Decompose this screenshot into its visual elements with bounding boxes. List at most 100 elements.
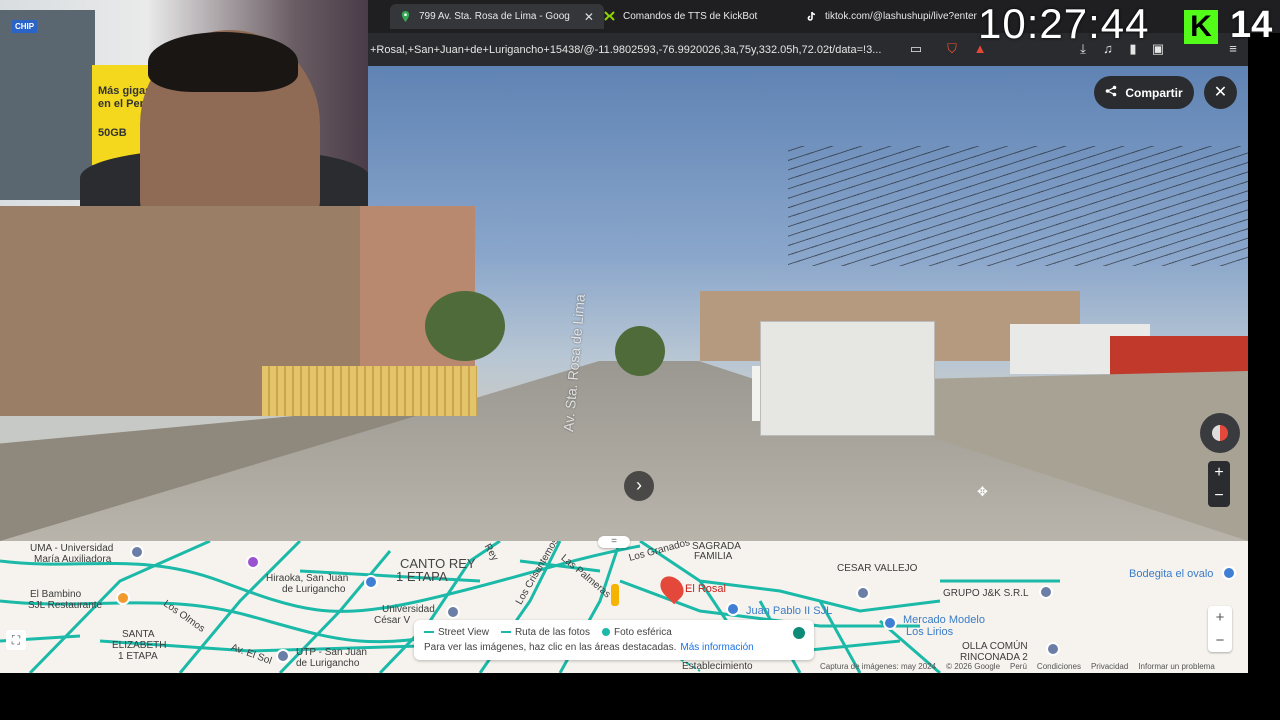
- map-zoom-out-button[interactable]: −: [1208, 629, 1232, 652]
- dashed-line-swatch-icon: [500, 631, 511, 634]
- map-area-label: FAMILIA: [694, 551, 733, 562]
- place-pin-icon[interactable]: [1046, 642, 1060, 656]
- fullscreen-button[interactable]: ⛶: [6, 630, 26, 650]
- school-pin-icon[interactable]: [726, 602, 740, 616]
- wallet-icon[interactable]: ▣: [1150, 41, 1166, 57]
- country-link[interactable]: Perú: [1010, 662, 1027, 671]
- line-swatch-icon: [424, 631, 434, 634]
- tree: [615, 326, 665, 376]
- compass-button[interactable]: [1200, 413, 1240, 453]
- map-place-label[interactable]: El Bambino: [30, 589, 81, 600]
- map-area-label: 1 ETAPA: [118, 651, 158, 662]
- restaurant-pin-icon[interactable]: [116, 591, 130, 605]
- legend-label: Street View: [438, 627, 489, 638]
- map-place-label[interactable]: de Lurigancho: [282, 584, 345, 595]
- map-place-label[interactable]: Juan Pablo II SJL: [746, 606, 832, 617]
- map-zoom-in-button[interactable]: +: [1208, 606, 1232, 629]
- street-view-zoom-control: + −: [1208, 461, 1230, 507]
- tree: [425, 291, 505, 361]
- privacy-link[interactable]: Privacidad: [1091, 662, 1128, 671]
- compass-needle-icon: [1212, 425, 1228, 441]
- map-area-label: 1 ETAPA: [396, 569, 448, 584]
- webcam-overlay: CHIP Más gigas en el Perú 50GB: [0, 0, 368, 206]
- map-resize-handle[interactable]: =: [598, 536, 630, 548]
- pegman-icon[interactable]: [611, 584, 619, 606]
- legend-label: Ruta de las fotos: [514, 627, 590, 638]
- tab-google-maps[interactable]: 799 Av. Sta. Rosa de Lima - Goog ✕: [390, 4, 604, 29]
- share-icon: [1105, 85, 1117, 100]
- map-place-label[interactable]: UMA - Universidad: [30, 543, 113, 554]
- place-pin-icon[interactable]: [856, 586, 870, 600]
- copyright: © 2026 Google: [946, 662, 1001, 671]
- tiktok-favicon-icon: [806, 11, 817, 22]
- power-lines: [788, 146, 1248, 266]
- map-area-label: CESAR VALLEJO: [837, 563, 918, 574]
- university-pin-icon[interactable]: [130, 545, 144, 559]
- map-place-label[interactable]: SJL Restaurante: [28, 600, 102, 611]
- map-place-label[interactable]: de Lurigancho: [296, 658, 359, 669]
- zoom-out-button[interactable]: −: [1208, 484, 1230, 507]
- viewer-count: 14: [1230, 4, 1273, 46]
- clock-overlay: 10:27:44: [978, 0, 1150, 47]
- url-text[interactable]: +Rosal,+San+Juan+de+Lurigancho+15438/@-1…: [370, 44, 900, 56]
- map-place-label[interactable]: César V: [374, 615, 410, 626]
- share-label: Compartir: [1125, 85, 1183, 100]
- tab-label: Comandos de TTS de KickBot: [623, 11, 758, 22]
- map-place-label[interactable]: Bodegita el ovalo: [1129, 569, 1213, 580]
- map-area-label: SANTA: [122, 629, 155, 640]
- move-cursor-icon: ✥: [977, 484, 988, 499]
- share-button[interactable]: Compartir: [1094, 76, 1194, 109]
- truck: [760, 321, 935, 436]
- legend-street-view: Street View: [424, 627, 489, 638]
- tab-label: 799 Av. Sta. Rosa de Lima - Goog: [419, 11, 570, 22]
- kick-logo-icon: K: [1184, 10, 1218, 44]
- map-zoom-control: + −: [1208, 606, 1232, 652]
- screen: 799 Av. Sta. Rosa de Lima - Goog ✕ Coman…: [0, 0, 1280, 720]
- chip-sign: CHIP: [12, 20, 38, 33]
- business-pin-icon[interactable]: [1039, 585, 1053, 599]
- legend-hint: Para ver las imágenes, haz clic en las á…: [424, 642, 677, 653]
- map-place-label[interactable]: OLLA COMÚN: [962, 641, 1028, 652]
- report-problem-link[interactable]: Informar un problema: [1138, 662, 1214, 671]
- zoom-in-button[interactable]: +: [1208, 461, 1230, 484]
- map-place-label[interactable]: Los Lirios: [906, 627, 953, 638]
- more-info-link[interactable]: Más información: [680, 642, 753, 653]
- university-pin-icon[interactable]: [276, 649, 290, 663]
- map-place-label[interactable]: UTP - San Juan: [296, 647, 367, 658]
- terms-link[interactable]: Condiciones: [1037, 662, 1081, 671]
- tab-label: tiktok.com/@lashushupi/live?enter: [825, 11, 977, 22]
- person-hair: [148, 32, 298, 92]
- dot-swatch-icon: [602, 628, 610, 637]
- legend-spherical: Foto esférica: [602, 627, 672, 638]
- tab-kickbot[interactable]: Comandos de TTS de KickBot: [594, 4, 767, 29]
- store-shelf: [0, 10, 95, 200]
- legend-label: Foto esférica: [614, 627, 672, 638]
- store-pin-icon[interactable]: [1222, 566, 1236, 580]
- map-place-label[interactable]: Universidad: [382, 604, 435, 615]
- store-pin-icon[interactable]: [364, 575, 378, 589]
- map-attribution: Captura de imágenes: may 2024 © 2026 Goo…: [820, 662, 1215, 671]
- cast-icon[interactable]: ▭: [908, 41, 924, 57]
- kickbot-favicon-icon: [604, 11, 615, 22]
- selected-place-label[interactable]: El Rosal: [685, 584, 726, 595]
- fence: [262, 366, 477, 416]
- capture-date: Captura de imágenes: may 2024: [820, 662, 937, 671]
- market-pin-icon[interactable]: [883, 616, 897, 630]
- shop-pin-icon[interactable]: [246, 555, 260, 569]
- forward-arrow-button[interactable]: ›: [624, 471, 654, 501]
- brave-shield-icon[interactable]: ⛉: [944, 41, 960, 57]
- map-place-label[interactable]: GRUPO J&K S.R.L: [943, 588, 1029, 599]
- map-place-label[interactable]: María Auxiliadora: [34, 554, 111, 565]
- tab-close-icon[interactable]: ✕: [584, 10, 594, 24]
- map-area-label: ELIZABETH: [112, 640, 167, 651]
- close-street-view-button[interactable]: ✕: [1204, 76, 1237, 109]
- university-pin-icon[interactable]: [446, 605, 460, 619]
- google-maps-favicon-icon: [400, 11, 411, 22]
- map-place-label[interactable]: Establecimiento: [682, 661, 753, 672]
- map-place-label[interactable]: Hiraoka, San Juan: [266, 573, 348, 584]
- legend-toggle[interactable]: [793, 627, 805, 639]
- map-place-label[interactable]: Mercado Modelo: [903, 615, 985, 626]
- legend-photo-route: Ruta de las fotos: [500, 627, 590, 638]
- street-view-legend: Street View Ruta de las fotos Foto esfér…: [414, 620, 814, 660]
- tab-tiktok[interactable]: tiktok.com/@lashushupi/live?enter: [796, 4, 987, 29]
